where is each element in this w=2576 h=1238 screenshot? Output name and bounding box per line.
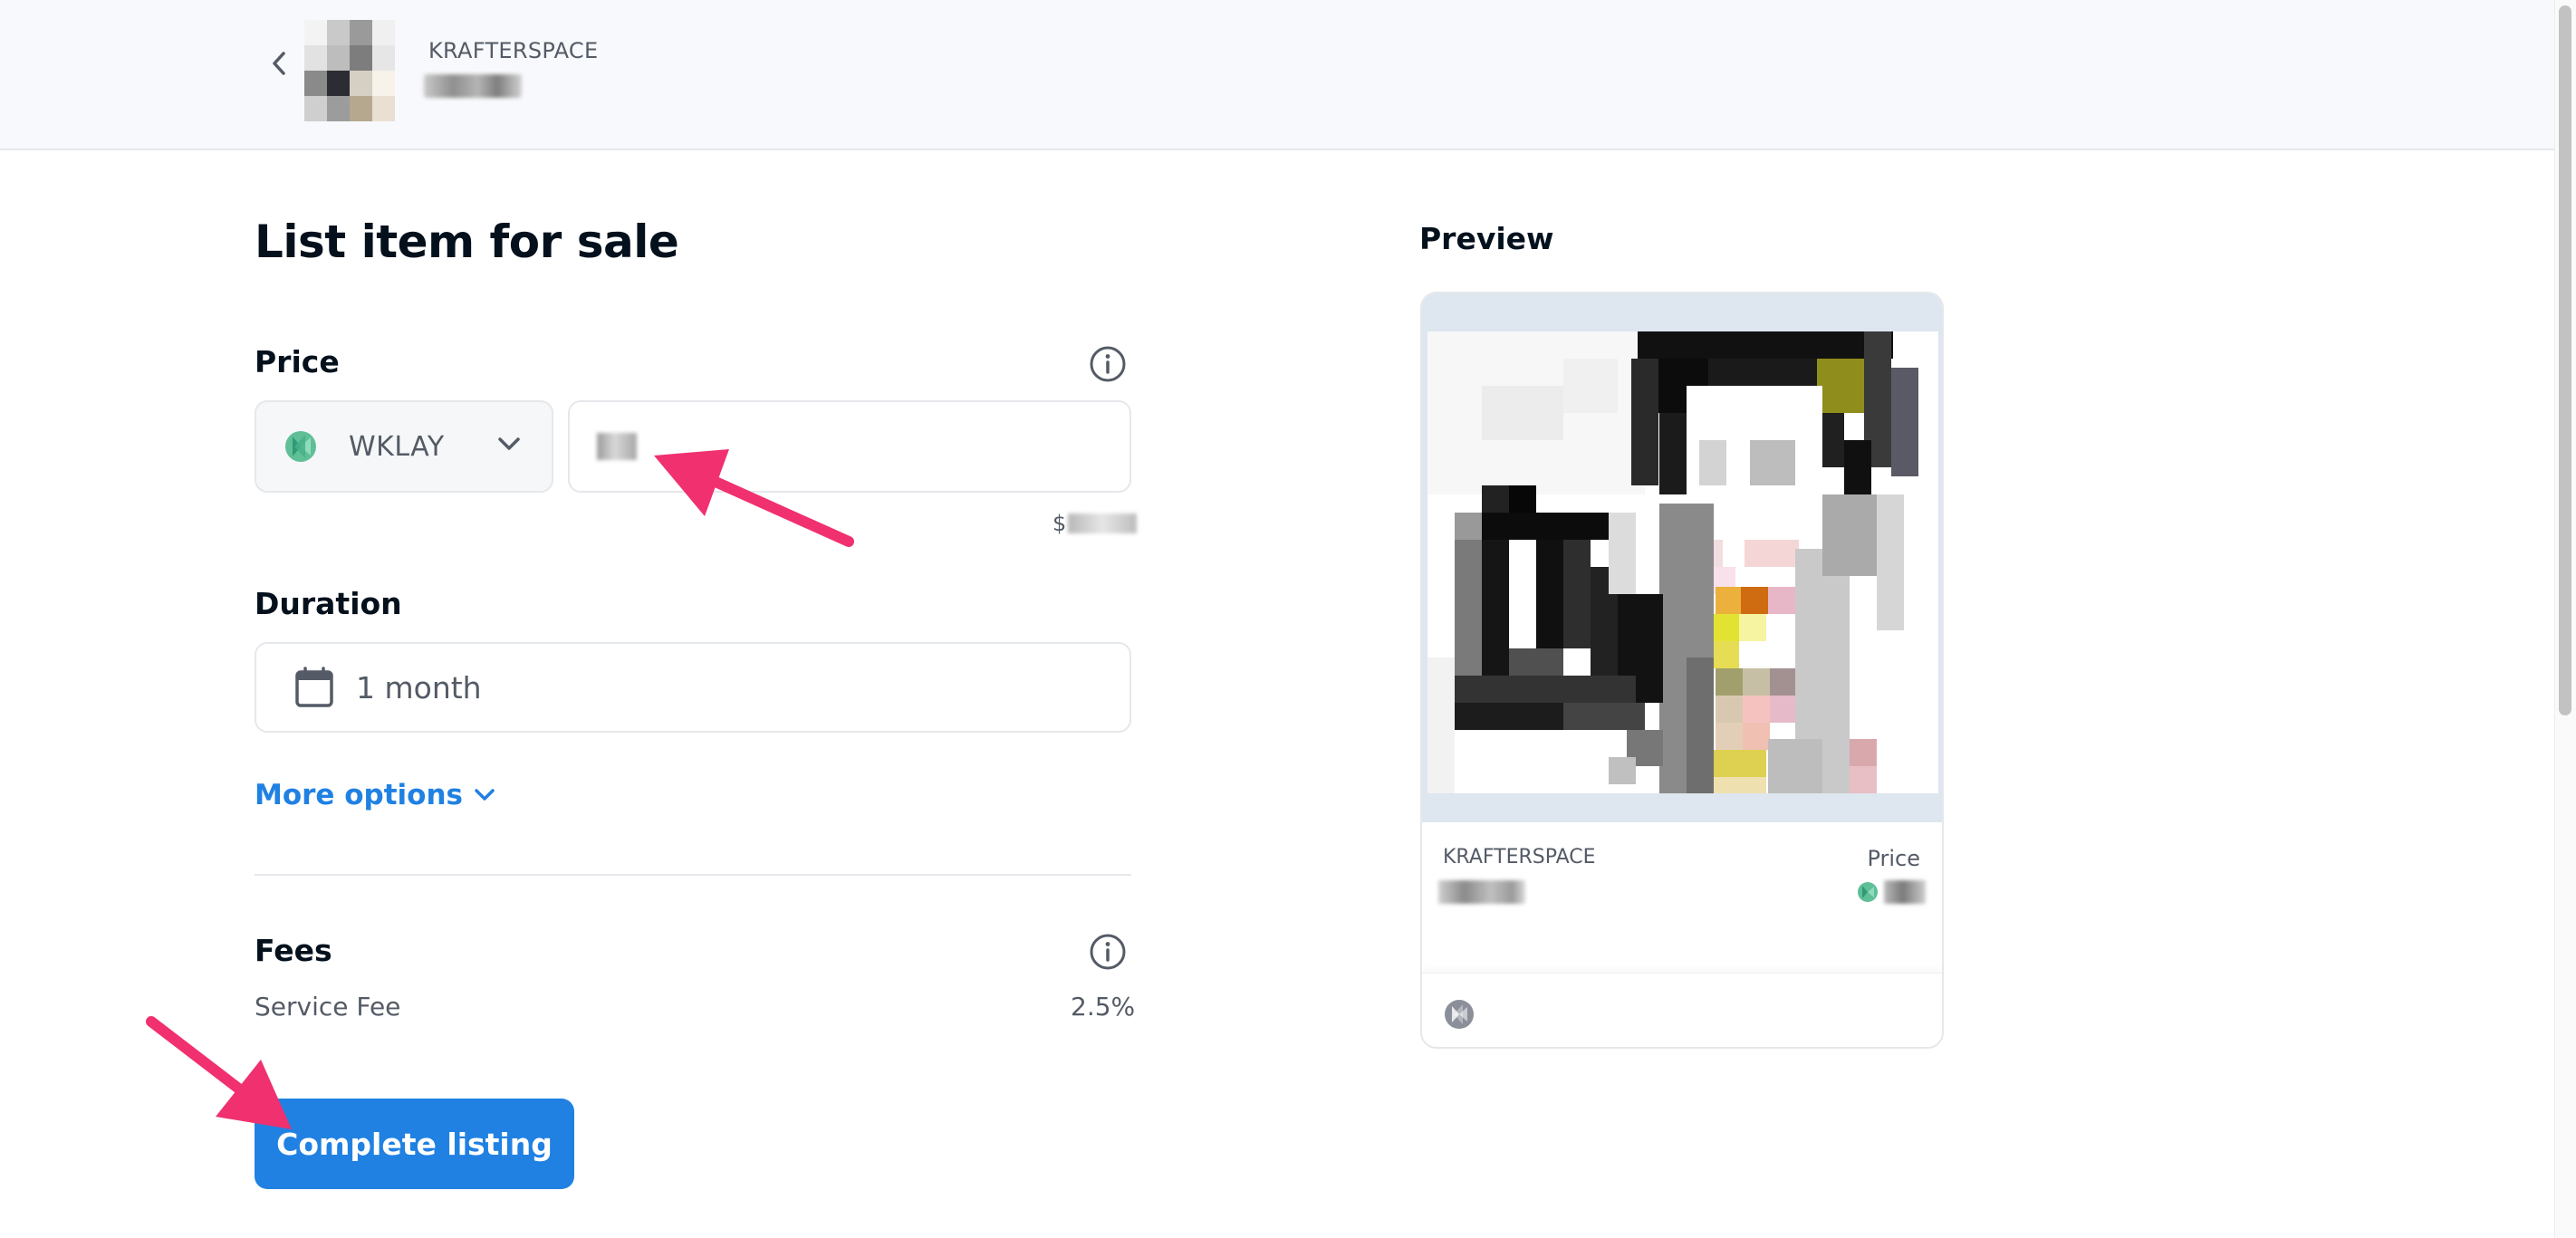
duration-value: 1 month <box>356 669 482 705</box>
price-input[interactable] <box>568 400 1131 493</box>
service-fee-value: 2.5% <box>1071 992 1136 1022</box>
item-thumbnail[interactable] <box>304 20 395 121</box>
service-fee-label: Service Fee <box>255 992 401 1022</box>
preview-card-footer <box>1422 973 1942 1047</box>
section-divider <box>255 874 1131 876</box>
info-icon[interactable] <box>1088 344 1128 384</box>
duration-selector[interactable]: 1 month <box>255 642 1131 733</box>
preview-price <box>1857 880 1926 904</box>
duration-label: Duration <box>255 586 402 621</box>
scrollbar-thumb[interactable] <box>2559 5 2571 715</box>
info-icon[interactable] <box>1088 932 1128 972</box>
usd-prefix: $ <box>1053 511 1067 536</box>
currency-select[interactable]: WKLAY <box>255 400 553 493</box>
chevron-down-icon <box>475 789 495 801</box>
more-options-toggle[interactable]: More options <box>255 779 495 811</box>
collection-name[interactable]: KRAFTERSPACE <box>428 38 598 63</box>
page-scrollbar[interactable] <box>2554 0 2576 1238</box>
item-name-redacted <box>424 74 522 98</box>
preview-price-redacted <box>1884 880 1926 904</box>
usd-price-value: $ <box>1053 511 1138 536</box>
back-button[interactable] <box>263 47 295 80</box>
fees-label: Fees <box>255 933 332 968</box>
preview-card[interactable]: KRAFTERSPACE Price <box>1420 292 1944 1049</box>
klaytn-icon <box>1445 1000 1474 1029</box>
item-header: KRAFTERSPACE <box>0 0 2554 150</box>
klaytn-icon <box>1858 882 1878 902</box>
nft-pixel-art <box>1427 331 1938 793</box>
preview-title: Preview <box>1419 221 1554 256</box>
preview-collection-name: KRAFTERSPACE <box>1443 846 1596 869</box>
more-options-label: More options <box>255 779 464 811</box>
usd-value-redacted <box>1068 513 1138 533</box>
price-value-redacted <box>597 433 637 460</box>
chevron-left-icon <box>273 52 285 75</box>
preview-price-label: Price <box>1867 846 1920 871</box>
page-title: List item for sale <box>255 216 679 268</box>
complete-listing-button[interactable]: Complete listing <box>255 1099 574 1189</box>
calendar-icon <box>295 667 333 707</box>
price-label: Price <box>255 344 340 379</box>
currency-label: WKLAY <box>349 430 445 463</box>
preview-image <box>1422 293 1942 822</box>
klaytn-icon <box>285 431 316 462</box>
preview-item-name-redacted <box>1438 880 1525 904</box>
chevron-down-icon <box>498 437 520 450</box>
